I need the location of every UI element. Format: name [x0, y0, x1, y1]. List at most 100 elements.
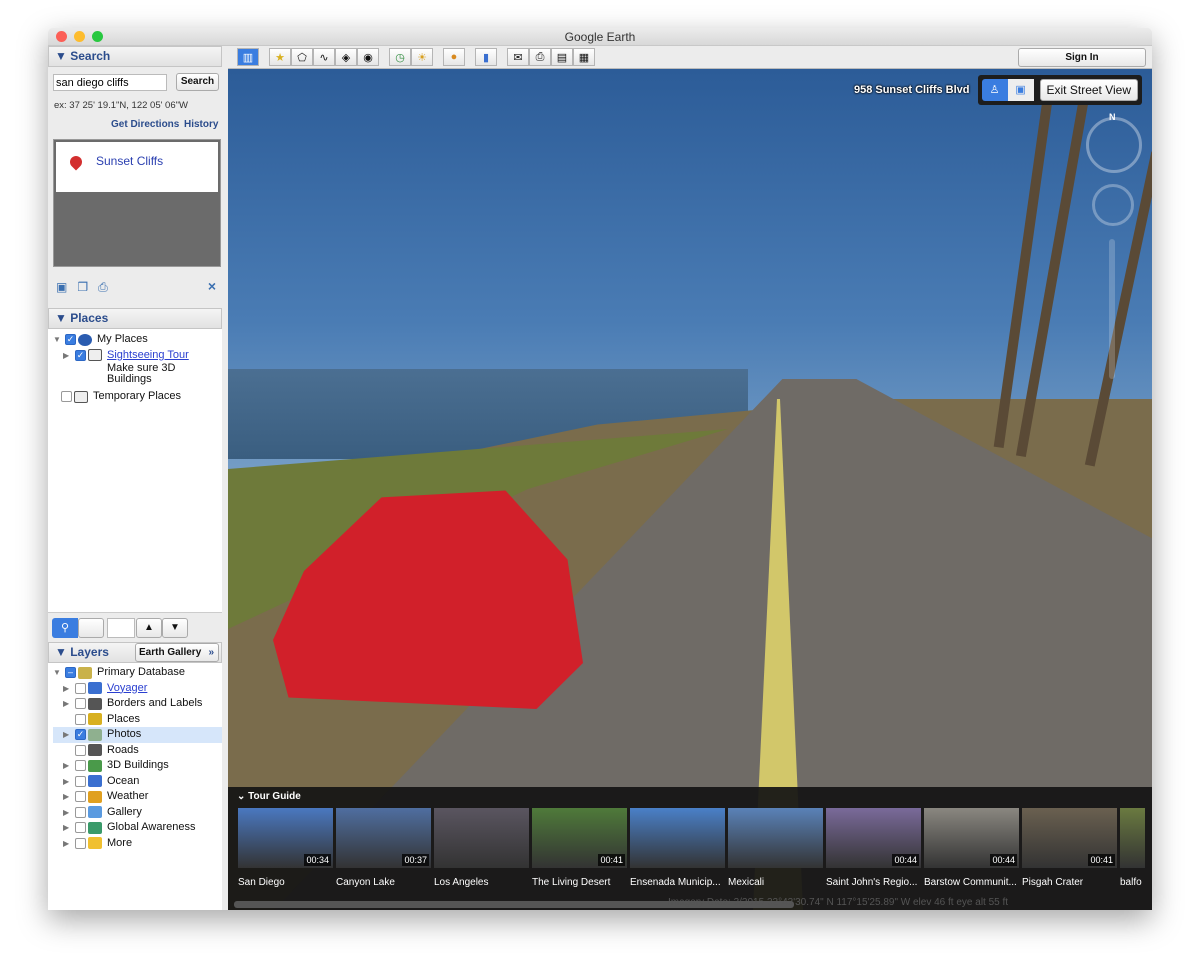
planets-icon[interactable]: ●	[443, 48, 465, 66]
look-joystick[interactable]	[1092, 184, 1134, 226]
tour-thumbnail[interactable]: 00:44 Saint John's Regio...	[826, 808, 921, 888]
add-image-overlay-icon[interactable]: ◈	[335, 48, 357, 66]
layer-item[interactable]: ▶ Voyager	[53, 681, 222, 697]
layer-icon	[88, 759, 102, 772]
view-in-maps-icon[interactable]: ▦	[573, 48, 595, 66]
tour-thumbnail[interactable]: 00:37 Canyon Lake	[336, 808, 431, 888]
tour-thumbnail[interactable]: balfo	[1120, 808, 1145, 888]
layer-item[interactable]: Roads	[53, 743, 222, 759]
tour-thumbnail[interactable]: 00:41 The Living Desert	[532, 808, 627, 888]
checkbox[interactable]: ✓	[75, 729, 86, 741]
places-item-temporary[interactable]: Temporary Places	[53, 389, 222, 405]
search-button[interactable]: Search	[176, 73, 219, 91]
add-folder-icon[interactable]: ▣	[56, 280, 67, 295]
layers-panel-header[interactable]: ▼ Layers Earth Gallery »	[48, 642, 222, 663]
checkbox[interactable]	[75, 775, 86, 787]
earth-gallery-button[interactable]: Earth Gallery »	[135, 643, 219, 662]
layer-item[interactable]: ▶ Gallery	[53, 805, 222, 821]
checkbox[interactable]	[75, 698, 86, 710]
expand-icon[interactable]: ▶	[63, 758, 73, 774]
move-up-button[interactable]: ▲	[136, 618, 162, 638]
close-search-icon[interactable]: ×	[208, 278, 216, 294]
checkbox[interactable]	[75, 713, 86, 725]
email-icon[interactable]: ✉	[507, 48, 529, 66]
add-path-icon[interactable]: ∿	[313, 48, 335, 66]
move-down-button[interactable]: ▼	[162, 618, 188, 638]
tour-thumbnail[interactable]: 00:34 San Diego	[238, 808, 333, 888]
tour-name: San Diego	[238, 877, 285, 888]
checkbox[interactable]	[75, 822, 86, 834]
sunlight-icon[interactable]: ☀	[411, 48, 433, 66]
record-tour-icon[interactable]: ◉	[357, 48, 379, 66]
exit-street-view-button[interactable]: Exit Street View	[1039, 79, 1138, 101]
expand-icon[interactable]: ▶	[63, 836, 73, 852]
layer-item[interactable]: ▼ – Primary Database	[53, 665, 222, 681]
compass-ring[interactable]: N	[1086, 112, 1142, 173]
layer-item[interactable]: ▶ ✓ Photos	[53, 727, 222, 743]
tour-guide-toggle[interactable]: ⌄ Tour Guide	[237, 791, 301, 802]
layer-item[interactable]: ▶ Borders and Labels	[53, 696, 222, 712]
zoom-slider[interactable]	[1109, 239, 1115, 379]
places-panel-header[interactable]: ▼ Places	[48, 308, 222, 329]
tour-thumbnail[interactable]: 00:44 Barstow Communit...	[924, 808, 1019, 888]
expand-icon[interactable]: ▶	[63, 774, 73, 790]
checkbox[interactable]	[75, 682, 86, 694]
layer-item[interactable]: ▶ 3D Buildings	[53, 758, 222, 774]
add-polygon-icon[interactable]: ⬠	[291, 48, 313, 66]
tour-thumbnail[interactable]: Ensenada Municip...	[630, 808, 725, 888]
expand-icon[interactable]: ▶	[63, 681, 73, 697]
sign-in-button[interactable]: Sign In	[1018, 48, 1146, 67]
copy-icon[interactable]: ❐	[77, 280, 88, 295]
expand-icon[interactable]: ▶	[63, 805, 73, 821]
save-image-icon[interactable]: ▤	[551, 48, 573, 66]
search-mode-button[interactable]: ⚲	[52, 618, 78, 638]
expand-icon[interactable]: ▶	[63, 789, 73, 805]
layer-order-input[interactable]	[107, 618, 135, 638]
tour-thumbnail[interactable]: 00:41 Pisgah Crater	[1022, 808, 1117, 888]
tour-image	[630, 808, 725, 868]
search-panel-header[interactable]: ▼ Search	[48, 46, 222, 67]
places-item-my-places[interactable]: ▼ ✓ My Places	[53, 332, 222, 348]
history-link[interactable]: History	[184, 119, 218, 130]
street-view[interactable]: 958 Sunset Cliffs Blvd ♙ ▣ Exit Street V…	[228, 69, 1152, 910]
layer-item[interactable]: ▶ Weather	[53, 789, 222, 805]
expand-icon[interactable]: ▶	[63, 727, 73, 743]
expand-icon[interactable]: ▼	[53, 665, 63, 681]
search-result-item[interactable]: Sunset Cliffs	[56, 142, 218, 192]
layer-item[interactable]: Places	[53, 712, 222, 728]
expand-icon[interactable]: ▶	[63, 696, 73, 712]
expand-icon[interactable]: ▶	[63, 820, 73, 836]
get-directions-link[interactable]: Get Directions	[111, 119, 179, 130]
ruler-icon[interactable]: ▮	[475, 48, 497, 66]
tour-name: Saint John's Regio...	[826, 877, 918, 888]
add-placemark-icon[interactable]: ★	[269, 48, 291, 66]
tour-image	[728, 808, 823, 868]
checkbox[interactable]	[75, 791, 86, 803]
checkbox[interactable]	[75, 760, 86, 772]
checkbox[interactable]	[75, 744, 86, 756]
title-bar: Google Earth	[48, 28, 1152, 46]
sidebar-toggle-button[interactable]	[78, 618, 104, 638]
layer-item[interactable]: ▶ Ocean	[53, 774, 222, 790]
print-icon[interactable]: ⎙	[529, 48, 551, 66]
tour-thumbnail[interactable]: Mexicali	[728, 808, 823, 888]
zoom-button[interactable]	[92, 31, 103, 42]
checkbox[interactable]: –	[65, 667, 76, 679]
pegman-icon[interactable]: ♙	[981, 79, 1008, 101]
close-button[interactable]	[56, 31, 67, 42]
layer-item[interactable]: ▶ Global Awareness	[53, 820, 222, 836]
layer-label: 3D Buildings	[107, 759, 169, 771]
search-input[interactable]	[53, 74, 167, 91]
tour-thumbnail[interactable]: Los Angeles	[434, 808, 529, 888]
historical-imagery-icon[interactable]: ◷	[389, 48, 411, 66]
layer-item[interactable]: ▶ More	[53, 836, 222, 852]
print-icon[interactable]: ⎙	[98, 280, 108, 295]
checkbox[interactable]	[75, 837, 86, 849]
checkbox[interactable]	[75, 806, 86, 818]
ground-view-icon[interactable]: ▣	[1007, 79, 1034, 101]
sidebar-toggle-icon[interactable]: ▥	[237, 48, 259, 66]
places-item-sightseeing-tour[interactable]: ▶ ✓ Sightseeing Tour	[53, 348, 222, 364]
tour-image: 00:44	[924, 808, 1019, 868]
minimize-button[interactable]	[74, 31, 85, 42]
label[interactable]: Sightseeing Tour	[107, 348, 189, 364]
